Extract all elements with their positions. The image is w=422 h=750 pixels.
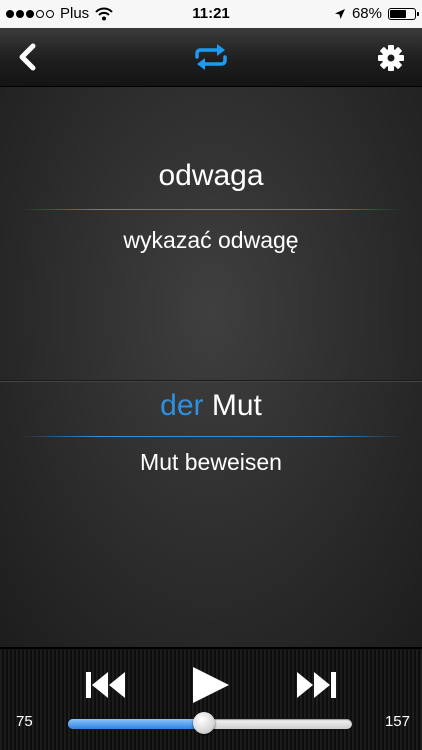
player-bar: 75 157 (0, 647, 422, 750)
skip-back-icon (86, 672, 125, 698)
source-underline (20, 209, 402, 210)
next-button[interactable] (294, 669, 338, 701)
battery-percent: 68% (351, 5, 382, 22)
back-button[interactable] (14, 42, 44, 72)
card-divider (0, 380, 422, 381)
previous-button[interactable] (84, 669, 128, 701)
status-bar: Plus 11:21 68% (0, 0, 422, 28)
nav-bar (0, 28, 422, 87)
slider-fill (68, 719, 204, 729)
back-chevron-icon (19, 43, 36, 71)
play-icon (193, 667, 229, 703)
battery-tip (417, 11, 419, 16)
slider-thumb[interactable] (193, 712, 215, 734)
gear-icon (378, 45, 404, 71)
target-article: der (160, 389, 204, 422)
repeat-icon (195, 44, 227, 70)
repeat-button[interactable] (192, 41, 230, 73)
flashcard[interactable]: odwaga wykazać odwagę der Mut Mut beweis… (0, 87, 422, 647)
battery-icon (388, 7, 419, 20)
target-underline (20, 436, 402, 437)
skip-forward-icon (297, 672, 336, 698)
progress-slider[interactable] (68, 712, 352, 734)
settings-button[interactable] (376, 43, 406, 73)
target-word-line: der Mut (0, 389, 422, 423)
target-word: Mut (211, 389, 262, 422)
app-screen: Plus 11:21 68% odwaga wykazać odwagę der… (0, 0, 422, 750)
total-card-count: 157 (384, 713, 410, 730)
source-word: odwaga (158, 159, 264, 192)
location-arrow-icon (334, 8, 346, 20)
source-phrase: wykazać odwagę (123, 227, 299, 253)
current-card-number: 75 (16, 713, 33, 730)
target-phrase: Mut beweisen (140, 449, 282, 475)
status-right: 68% (334, 5, 419, 22)
battery-level (390, 9, 406, 18)
play-button[interactable] (188, 665, 232, 705)
